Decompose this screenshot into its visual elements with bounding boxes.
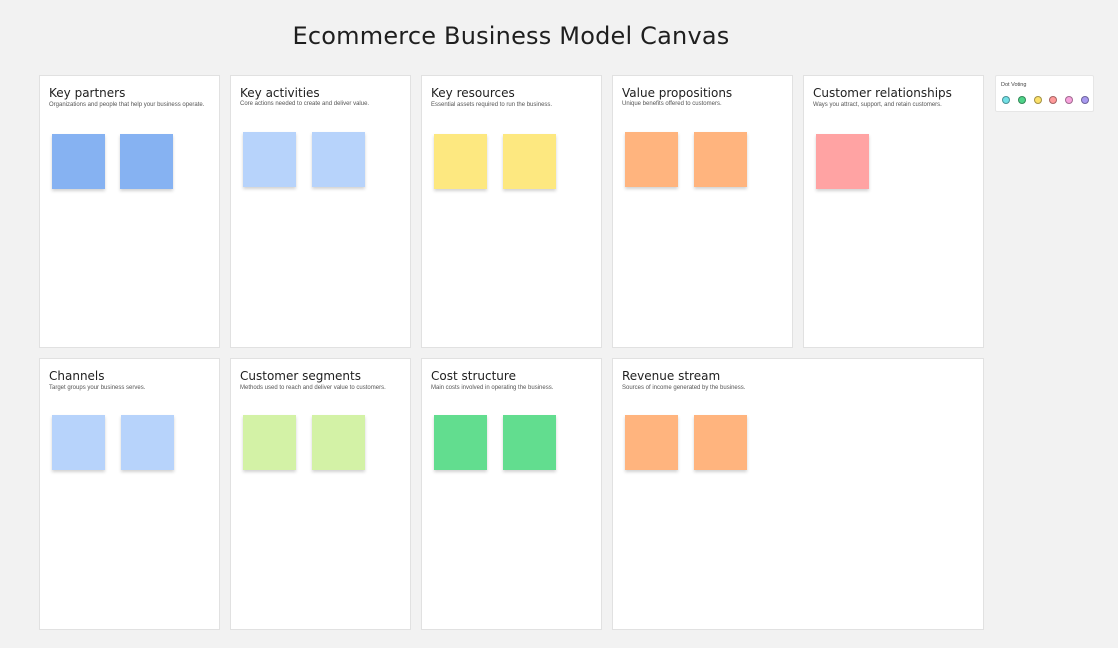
- card-title: Customer segments: [240, 369, 361, 383]
- card-customer-segments[interactable]: Customer segments Methods used to reach …: [230, 358, 411, 630]
- sticky-note[interactable]: [434, 134, 487, 189]
- vote-dot-yellow[interactable]: [1034, 96, 1042, 104]
- sticky-note[interactable]: [52, 134, 105, 189]
- sticky-note[interactable]: [694, 415, 747, 470]
- sticky-note[interactable]: [52, 415, 105, 470]
- card-value-propositions[interactable]: Value propositions Unique benefits offer…: [612, 75, 793, 348]
- card-description: Target groups your business serves.: [49, 385, 146, 391]
- sticky-note[interactable]: [816, 134, 869, 189]
- dot-voting-title: Dot Voting: [1001, 82, 1027, 88]
- card-title: Key resources: [431, 86, 515, 100]
- card-title: Value propositions: [622, 86, 733, 100]
- sticky-note[interactable]: [243, 415, 296, 470]
- card-description: Organizations and people that help your …: [49, 102, 205, 108]
- sticky-note[interactable]: [312, 415, 365, 470]
- sticky-note[interactable]: [625, 415, 678, 470]
- card-description: Ways you attract, support, and retain cu…: [813, 102, 942, 108]
- card-revenue-stream[interactable]: Revenue stream Sources of income generat…: [612, 358, 984, 630]
- card-title: Key activities: [240, 86, 320, 100]
- sticky-note[interactable]: [625, 132, 678, 187]
- dot-voting-widget[interactable]: Dot Voting: [995, 75, 1094, 112]
- sticky-note[interactable]: [312, 132, 365, 187]
- card-customer-relationships[interactable]: Customer relationships Ways you attract,…: [803, 75, 984, 348]
- sticky-note[interactable]: [121, 415, 174, 470]
- card-cost-structure[interactable]: Cost structure Main costs involved in op…: [421, 358, 602, 630]
- vote-dot-pink[interactable]: [1065, 96, 1073, 104]
- sticky-note[interactable]: [434, 415, 487, 470]
- card-title: Revenue stream: [622, 369, 721, 383]
- card-description: Main costs involved in operating the bus…: [431, 385, 554, 391]
- vote-dot-green[interactable]: [1018, 96, 1026, 104]
- card-title: Customer relationships: [813, 86, 952, 100]
- card-key-resources[interactable]: Key resources Essential assets required …: [421, 75, 602, 348]
- card-key-activities[interactable]: Key activities Core actions needed to cr…: [230, 75, 411, 348]
- card-description: Unique benefits offered to customers.: [622, 101, 722, 107]
- sticky-note[interactable]: [694, 132, 747, 187]
- sticky-note[interactable]: [243, 132, 296, 187]
- card-description: Essential assets required to run the bus…: [431, 102, 553, 108]
- sticky-note[interactable]: [120, 134, 173, 189]
- sticky-note[interactable]: [503, 415, 556, 470]
- board-title: Ecommerce Business Model Canvas: [292, 22, 730, 50]
- vote-dot-cyan[interactable]: [1002, 96, 1010, 104]
- vote-dot-purple[interactable]: [1081, 96, 1089, 104]
- card-channels[interactable]: Channels Target groups your business ser…: [39, 358, 220, 630]
- vote-dot-red[interactable]: [1049, 96, 1057, 104]
- sticky-note[interactable]: [503, 134, 556, 189]
- card-key-partners[interactable]: Key partners Organizations and people th…: [39, 75, 220, 348]
- card-title: Cost structure: [431, 369, 516, 383]
- card-description: Core actions needed to create and delive…: [240, 101, 370, 107]
- card-title: Channels: [49, 369, 105, 383]
- card-description: Methods used to reach and deliver value …: [240, 385, 386, 391]
- card-title: Key partners: [49, 86, 126, 100]
- card-description: Sources of income generated by the busin…: [622, 385, 746, 391]
